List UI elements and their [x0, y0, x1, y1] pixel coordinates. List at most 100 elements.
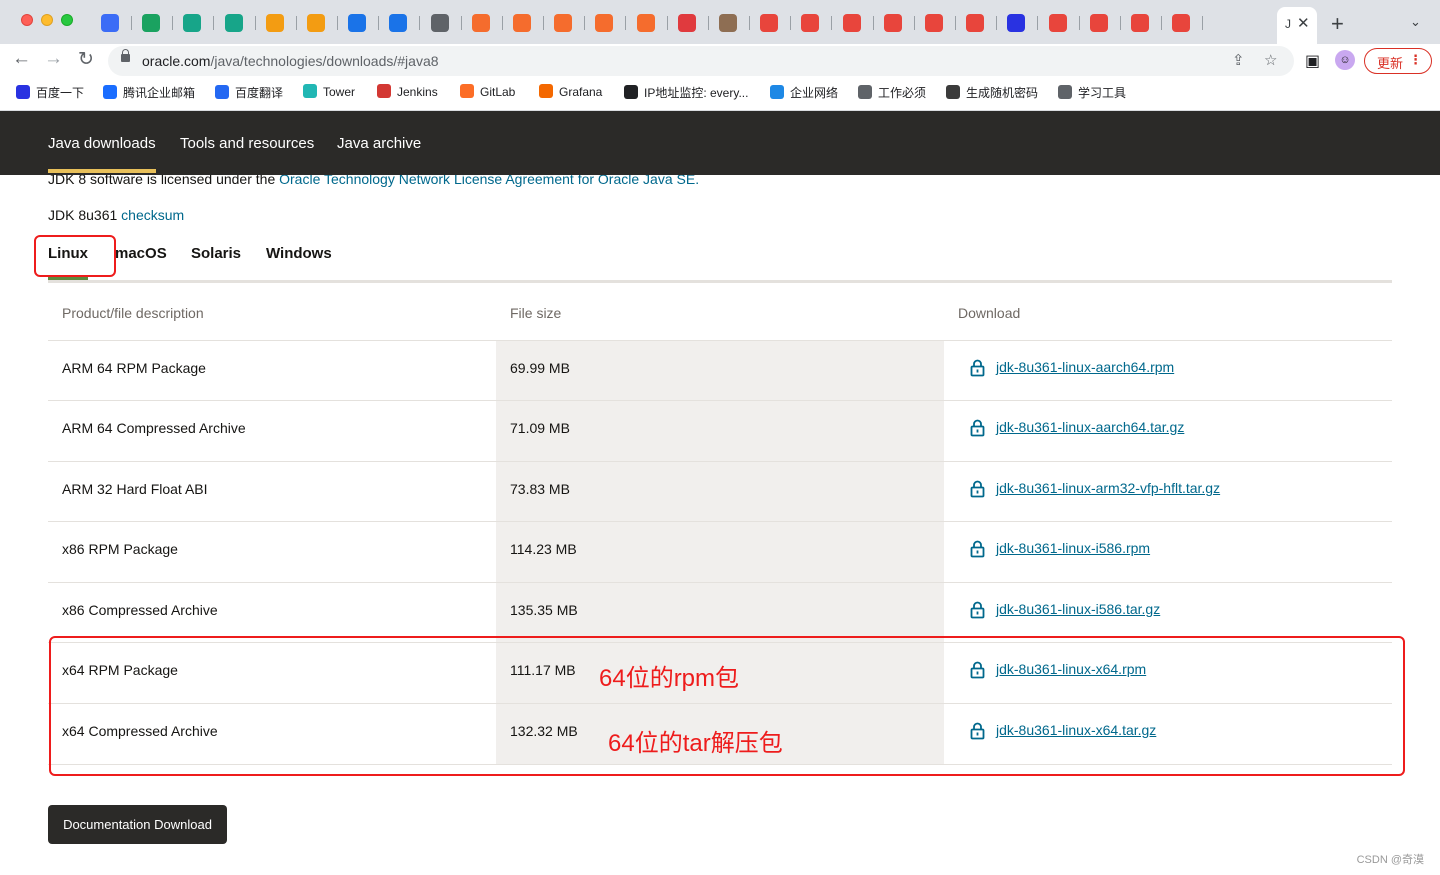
tab-favicon-icon[interactable] [801, 14, 820, 32]
tab-separator [1202, 16, 1204, 30]
tab-separator [913, 16, 915, 30]
file-size: 73.83 MB [510, 481, 570, 497]
download-link[interactable]: jdk-8u361-linux-i586.tar.gz [996, 601, 1160, 617]
tab-favicon-icon[interactable] [595, 14, 614, 32]
tab-separator [872, 16, 874, 30]
download-link[interactable]: jdk-8u361-linux-arm32-vfp-hflt.tar.gz [996, 480, 1220, 496]
tower-icon [303, 84, 317, 98]
bookmark-item[interactable]: 学习工具 [1058, 84, 1126, 104]
tab-favicon-icon[interactable] [513, 14, 531, 32]
active-browser-tab[interactable]: J ✕ [1277, 7, 1317, 44]
back-arrow-icon[interactable]: ← [12, 48, 31, 70]
tab-favicon-icon[interactable] [471, 14, 490, 32]
os-tabs: Linux macOS Solaris Windows [48, 240, 1392, 283]
java-site-nav: Java downloads Tools and resources Java … [0, 111, 1440, 175]
tab-separator [707, 16, 709, 30]
forward-arrow-icon[interactable]: → [44, 48, 63, 70]
bookmark-item[interactable]: 企业网络 [770, 84, 838, 104]
reload-icon[interactable]: ↻ [78, 48, 94, 71]
lock-icon [970, 359, 985, 377]
tab-favicon-icon[interactable] [224, 14, 243, 32]
tab-windows[interactable]: Windows [266, 245, 332, 262]
download-link[interactable]: jdk-8u361-linux-aarch64.rpm [996, 359, 1174, 375]
tab-solaris[interactable]: Solaris [191, 245, 241, 262]
new-tab-button[interactable]: + [1331, 11, 1344, 37]
browser-toolbar: ← → ↻ oracle.com/java/technologies/downl… [0, 44, 1440, 78]
bookmark-item[interactable]: 百度一下 [16, 84, 84, 104]
bookmark-star-icon[interactable]: ☆ [1264, 51, 1277, 69]
tab-favicon-icon[interactable] [925, 14, 943, 32]
tab-favicon-icon[interactable] [1089, 14, 1108, 32]
file-description: ARM 64 Compressed Archive [62, 420, 246, 436]
tab-favicon-icon[interactable] [389, 14, 408, 32]
tab-favicon-icon[interactable] [265, 14, 284, 32]
tab-separator [584, 16, 586, 30]
bookmark-item[interactable]: Grafana [539, 84, 602, 104]
tab-separator [295, 16, 297, 30]
jenkins-icon [377, 84, 391, 98]
tab-favicon-icon[interactable] [1007, 14, 1026, 32]
tab-separator [419, 16, 421, 30]
lock-icon [121, 49, 130, 62]
rpm-annotation: 64位的rpm包 [599, 665, 740, 692]
close-window-button[interactable] [21, 14, 33, 26]
table-row: ARM 32 Hard Float ABI 73.83 MB jdk-8u361-l… [48, 461, 1392, 522]
download-link[interactable]: jdk-8u361-linux-i586.rpm [996, 540, 1150, 556]
checksum-link[interactable]: checksum [121, 207, 184, 223]
file-size: 71.09 MB [510, 420, 570, 436]
folder-icon [1058, 85, 1072, 99]
table-row: x86 Compressed Archive 135.35 MB jdk-8u361… [48, 582, 1392, 643]
tab-separator [460, 16, 462, 30]
bookmark-item[interactable]: 工作必须 [858, 84, 926, 104]
file-description: ARM 32 Hard Float ABI [62, 481, 208, 497]
tab-favicon-icon[interactable] [966, 14, 985, 32]
tp-icon [770, 85, 784, 99]
share-icon[interactable]: ⇪ [1232, 51, 1245, 69]
tab-separator [254, 16, 256, 30]
nav-java-downloads[interactable]: Java downloads [48, 135, 156, 173]
tab-favicon-icon[interactable] [760, 14, 779, 32]
tab-favicon-icon[interactable] [554, 14, 573, 32]
file-size: 135.35 MB [510, 602, 578, 618]
bookmark-item[interactable]: 生成随机密码 [946, 84, 1038, 104]
tab-macos[interactable]: macOS [115, 245, 167, 262]
tab-favicon-icon[interactable] [1131, 14, 1149, 32]
bookmark-label: 学习工具 [1078, 86, 1127, 100]
tab-favicon-icon[interactable] [1048, 14, 1067, 32]
bookmark-item[interactable]: GitLab [460, 84, 515, 104]
tab-favicon-icon[interactable] [142, 14, 161, 32]
nav-java-archive[interactable]: Java archive [337, 135, 421, 152]
tab-favicon-icon[interactable] [842, 14, 861, 32]
download-link[interactable]: jdk-8u361-linux-aarch64.tar.gz [996, 419, 1184, 435]
tab-favicon-icon[interactable] [883, 14, 902, 32]
bookmark-item[interactable]: 腾讯企业邮箱 [103, 84, 195, 104]
bookmark-item[interactable]: Tower [303, 84, 355, 104]
tab-search-chevron-icon[interactable]: ⌄ [1410, 14, 1421, 30]
tab-favicon-icon[interactable] [677, 14, 696, 32]
bookmark-item[interactable]: Jenkins [377, 84, 438, 104]
profile-avatar[interactable]: ☺ [1335, 50, 1355, 70]
tab-separator [131, 16, 132, 30]
close-tab-icon[interactable]: ✕ [1297, 14, 1310, 32]
update-button[interactable]: 更新 ⋮ [1364, 48, 1432, 74]
tab-separator [831, 16, 833, 30]
minimize-window-button[interactable] [41, 14, 53, 26]
bookmark-item[interactable]: IP地址监控: every... [624, 84, 748, 104]
bookmark-item[interactable]: 百度翻译 [215, 84, 283, 104]
tab-favicon-icon[interactable] [636, 14, 655, 32]
tab-favicon-icon[interactable] [183, 14, 202, 32]
nav-tools-and-resources[interactable]: Tools and resources [180, 135, 314, 152]
tab-favicon-icon[interactable] [348, 14, 367, 32]
documentation-download-button[interactable]: Documentation Download [48, 805, 227, 844]
tab-favicon-icon[interactable] [1172, 14, 1191, 32]
tab-favicon-icon[interactable] [101, 14, 119, 32]
tab-favicon-icon[interactable] [307, 14, 325, 32]
lock-icon [970, 540, 985, 558]
side-panel-icon[interactable]: ▣ [1305, 51, 1320, 71]
tab-favicon-icon[interactable] [430, 14, 449, 32]
tab-separator [1037, 16, 1039, 30]
address-bar[interactable]: oracle.com/java/technologies/downloads/#… [108, 46, 1294, 76]
tab-favicon-icon[interactable] [719, 14, 737, 32]
maximize-window-button[interactable] [61, 14, 73, 26]
bookmark-label: 企业网络 [790, 86, 839, 100]
